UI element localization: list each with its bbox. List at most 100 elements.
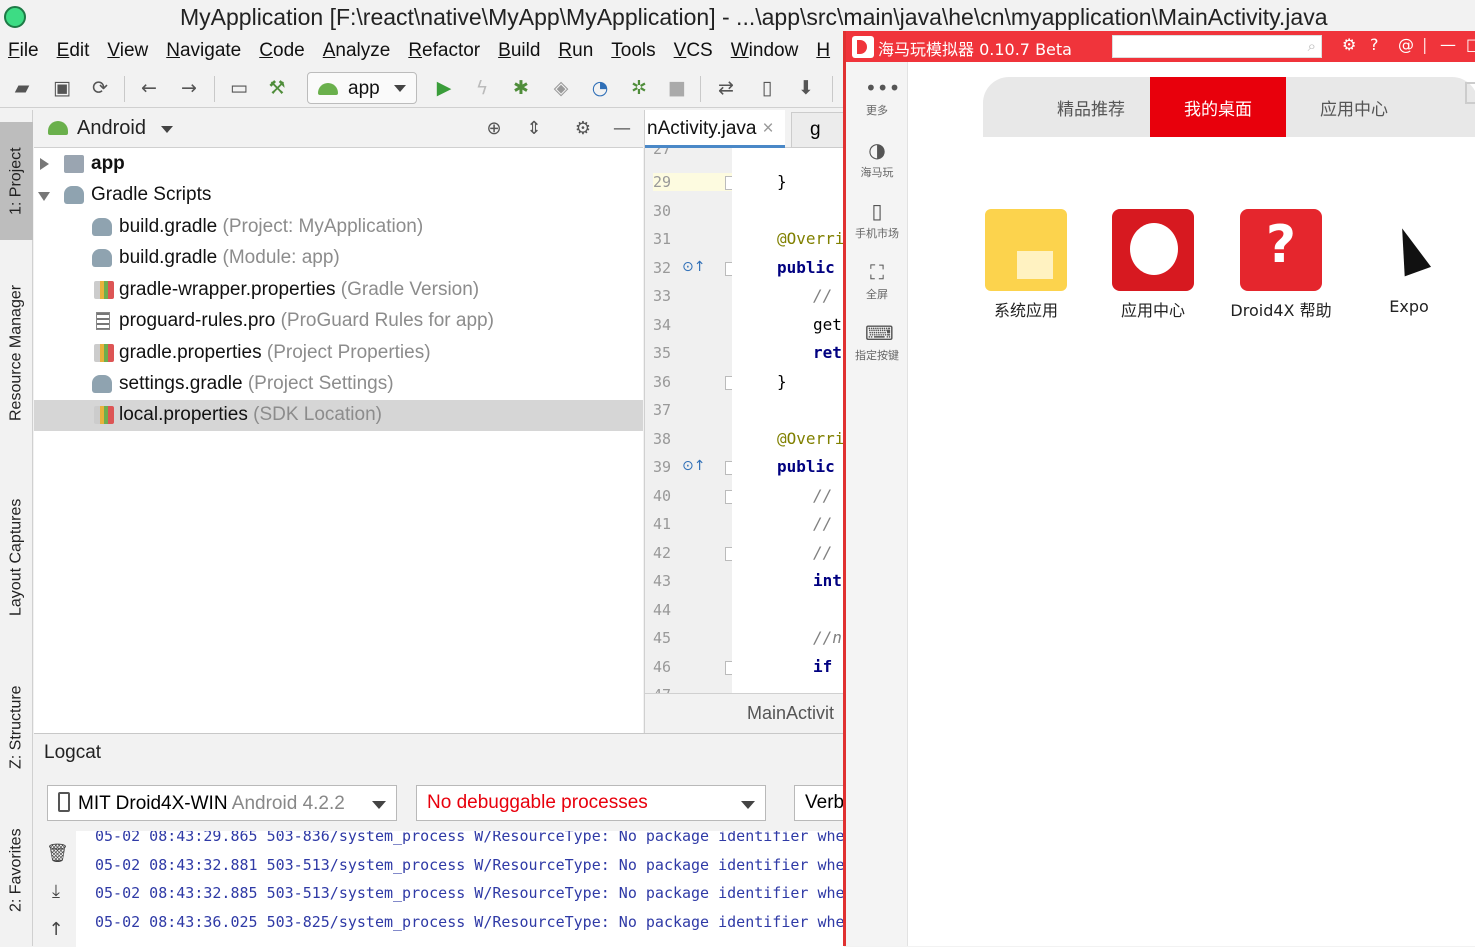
- app-expo[interactable]: Expo: [1354, 209, 1464, 316]
- locate-icon[interactable]: ⊕: [483, 118, 505, 140]
- menu-view[interactable]: View: [107, 40, 148, 62]
- key-mapping-button[interactable]: ⌨ 指定按键: [846, 321, 908, 363]
- fold-marker-icon[interactable]: [725, 661, 732, 675]
- tree-item-gradle-scripts[interactable]: Gradle Scripts: [34, 180, 643, 211]
- code-area[interactable]: } @Overri public // getl ret } @Overri p…: [733, 148, 845, 693]
- more-dots-icon: •••: [865, 76, 901, 100]
- build-hammer-icon[interactable]: ⚒: [265, 76, 289, 100]
- menu-file[interactable]: File: [8, 40, 39, 62]
- expand-arrow-icon[interactable]: [40, 158, 49, 170]
- more-button[interactable]: ••• 更多: [846, 76, 908, 118]
- override-marker-icon[interactable]: ⊙↑: [682, 458, 705, 474]
- fullscreen-button[interactable]: ⛶ 全屏: [846, 260, 908, 302]
- up-arrow-icon[interactable]: ↑: [46, 919, 66, 940]
- app-droid4x-help[interactable]: Droid4X 帮助: [1226, 209, 1336, 321]
- maximize-icon[interactable]: □: [1466, 35, 1475, 54]
- device-frame-icon[interactable]: ▭: [227, 76, 251, 100]
- logcat-panel: Logcat MIT Droid4X-WIN Android 4.2.2 No …: [34, 733, 844, 947]
- tree-item-local-properties[interactable]: local.properties (SDK Location): [34, 400, 643, 431]
- tree-item-build-gradle-module[interactable]: build.gradle (Module: app): [34, 243, 643, 274]
- app-market-button[interactable]: ▯ 手机市场: [846, 199, 908, 241]
- fold-marker-icon[interactable]: [725, 262, 732, 276]
- tree-item-gradle-properties[interactable]: gradle.properties (Project Properties): [34, 338, 643, 369]
- menu-navigate[interactable]: Navigate: [166, 40, 241, 62]
- haimawan-button[interactable]: ◑ 海马玩: [846, 138, 908, 180]
- chevron-down-icon: [741, 801, 755, 809]
- tab-featured[interactable]: 精品推荐: [1023, 77, 1159, 137]
- log-level-select[interactable]: Verb: [794, 785, 844, 821]
- app-app-center[interactable]: 应用中心: [1098, 209, 1208, 321]
- tree-item-app[interactable]: app: [34, 149, 643, 180]
- at-icon[interactable]: @: [1398, 35, 1414, 54]
- debug-icon[interactable]: ✱: [509, 76, 533, 100]
- gear-icon[interactable]: ⚙: [572, 118, 594, 140]
- tab-favorites[interactable]: 2: Favorites: [0, 815, 33, 925]
- fold-marker-icon[interactable]: [725, 376, 732, 390]
- menu-run[interactable]: Run: [558, 40, 593, 62]
- tree-item-proguard-rules[interactable]: proguard-rules.pro (ProGuard Rules for a…: [34, 306, 643, 337]
- tab-layout-captures[interactable]: Layout Captures: [0, 475, 33, 640]
- process-select[interactable]: No debuggable processes: [416, 785, 766, 821]
- device-select[interactable]: MIT Droid4X-WIN Android 4.2.2: [47, 785, 397, 821]
- tab-second-file[interactable]: g: [791, 112, 851, 148]
- tab-project[interactable]: 1: Project: [0, 122, 33, 240]
- open-folder-icon[interactable]: ▰: [10, 76, 34, 100]
- collapse-arrow-icon[interactable]: [38, 192, 50, 201]
- fold-marker-icon[interactable]: [725, 461, 732, 475]
- app-system-apps[interactable]: 系统应用: [971, 209, 1081, 321]
- tree-item-build-gradle-project[interactable]: build.gradle (Project: MyApplication): [34, 212, 643, 243]
- logcat-side-toolbar: 🗑 ⤓ ↑: [34, 831, 76, 947]
- droid4x-logo-icon: [852, 36, 874, 58]
- close-icon[interactable]: ×: [762, 118, 773, 139]
- gear-icon[interactable]: ⚙: [1342, 35, 1356, 54]
- gradle-sync-icon[interactable]: ⇄: [714, 76, 738, 100]
- back-icon[interactable]: ←: [137, 76, 161, 100]
- tab-my-desktop[interactable]: 我的桌面: [1150, 77, 1286, 137]
- fold-marker-icon[interactable]: [725, 176, 732, 190]
- menu-vcs[interactable]: VCS: [674, 40, 713, 62]
- menu-tools[interactable]: Tools: [611, 40, 655, 62]
- forward-icon[interactable]: →: [177, 76, 201, 100]
- menu-help[interactable]: H: [816, 40, 830, 62]
- search-icon[interactable]: ⌕: [1308, 37, 1316, 55]
- coverage-icon[interactable]: ◈: [549, 76, 573, 100]
- save-icon[interactable]: ▣: [50, 76, 74, 100]
- tab-app-center[interactable]: 应用中心: [1286, 77, 1422, 137]
- editor-breadcrumb[interactable]: MainActivit: [645, 693, 845, 733]
- override-marker-icon[interactable]: ⊙↑: [682, 259, 705, 275]
- tab-mainactivity-java[interactable]: nActivity.java ×: [645, 110, 785, 148]
- trash-icon[interactable]: 🗑: [46, 843, 69, 864]
- tab-structure[interactable]: Z: Structure: [0, 665, 33, 790]
- menu-analyze[interactable]: Analyze: [323, 40, 391, 62]
- profile-icon[interactable]: ◔: [588, 76, 612, 100]
- project-view-selector[interactable]: Android: [77, 117, 146, 140]
- scroll-to-end-icon[interactable]: ⤓: [46, 881, 66, 902]
- chevron-down-icon[interactable]: [161, 126, 173, 133]
- logcat-output[interactable]: 05-02 08:43:29.865 503-836/system_proces…: [76, 831, 844, 947]
- menu-edit[interactable]: Edit: [57, 40, 90, 62]
- collapse-all-icon[interactable]: ⇕: [523, 118, 545, 140]
- help-icon[interactable]: ?: [1370, 35, 1379, 54]
- tab-resource-manager[interactable]: Resource Manager: [0, 260, 33, 445]
- run-config-select[interactable]: app: [307, 72, 417, 104]
- avd-manager-icon[interactable]: ▯: [755, 76, 779, 100]
- editor-tab-bar: nActivity.java × g: [645, 110, 851, 148]
- fold-marker-icon[interactable]: [725, 490, 732, 504]
- run-icon[interactable]: ▶: [432, 76, 456, 100]
- attach-debugger-icon[interactable]: ✲: [627, 76, 651, 100]
- menu-refactor[interactable]: Refactor: [408, 40, 480, 62]
- tree-item-settings-gradle[interactable]: settings.gradle (Project Settings): [34, 369, 643, 400]
- emulator-search-input[interactable]: ⌕: [1112, 35, 1322, 58]
- menu-window[interactable]: Window: [731, 40, 799, 62]
- tab-overflow-icon[interactable]: [1465, 82, 1475, 104]
- stop-icon[interactable]: ■: [665, 76, 689, 100]
- menu-build[interactable]: Build: [498, 40, 540, 62]
- menu-code[interactable]: Code: [259, 40, 304, 62]
- hide-panel-icon[interactable]: —: [611, 118, 633, 140]
- apply-changes-icon[interactable]: ϟ: [470, 76, 494, 100]
- sync-icon[interactable]: ⟳: [88, 76, 112, 100]
- fold-marker-icon[interactable]: [725, 547, 732, 561]
- tree-item-gradle-wrapper-properties[interactable]: gradle-wrapper.properties (Gradle Versio…: [34, 275, 643, 306]
- sdk-manager-icon[interactable]: ⬇: [794, 76, 818, 100]
- minimize-icon[interactable]: —: [1440, 35, 1456, 54]
